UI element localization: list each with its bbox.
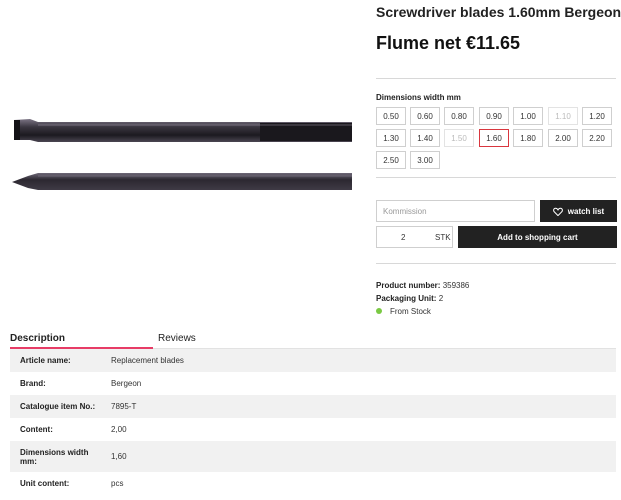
dimensions-label: Dimensions width mm [376,93,461,102]
dimension-option[interactable]: 1.00 [513,107,543,125]
spec-row: Article name: Replacement blades [10,349,616,372]
dimension-option[interactable]: 0.60 [410,107,440,125]
dimension-option[interactable]: 0.80 [444,107,474,125]
spec-value: Bergeon [111,379,142,388]
spec-value: 2,00 [111,425,127,434]
dimension-option[interactable]: 0.50 [376,107,406,125]
kommission-input[interactable] [376,200,535,222]
watch-list-button[interactable]: watch list [540,200,617,222]
spec-value: Replacement blades [101,349,616,372]
dimension-option[interactable]: 1.30 [376,129,406,147]
dimension-option[interactable]: 1.20 [582,107,612,125]
divider [376,177,616,178]
packaging-unit-label: Packaging Unit: [376,294,437,303]
spec-row: Dimensions width mm: 1,60 [10,441,616,472]
spec-row: Catalogue item No.: 7895-T [10,395,616,418]
quantity-value: 2 [401,233,406,242]
blade-side-view [14,119,352,142]
spec-value: 1,60 [101,441,616,472]
divider [376,263,616,264]
spec-value: pcs [111,479,124,488]
blade-top-view [12,173,352,190]
product-title: Screwdriver blades 1.60mm Bergeon [376,4,621,20]
watch-list-label: watch list [567,206,605,216]
quantity-field[interactable]: 2 STK [376,226,453,248]
spec-row: Brand: Bergeon [10,372,616,395]
dimension-option[interactable]: 1.50 [444,129,474,147]
dimension-option[interactable]: 1.40 [410,129,440,147]
product-number-label: Product number: [376,281,441,290]
spec-key: Brand: [20,379,46,388]
tab-reviews[interactable]: Reviews [158,333,196,344]
dimension-option[interactable]: 1.60 [479,129,509,147]
divider [376,78,616,79]
quantity-unit: STK [435,233,451,242]
spec-key: Article name: [10,349,101,372]
tab-description[interactable]: Description [10,333,65,344]
product-number-row: Product number: 359386 [376,281,469,290]
spec-key: Catalogue item No.: [10,395,101,418]
heart-icon [552,207,563,216]
spec-key: Content: [20,425,53,434]
spec-key: Unit content: [20,479,70,488]
dimension-option[interactable]: 0.90 [479,107,509,125]
specification-table: Article name: Replacement blades Brand: Ber… [10,349,616,495]
packaging-unit-row: Packaging Unit: 2 [376,294,443,303]
product-number-value: 359386 [442,281,470,290]
product-image [8,110,358,220]
stock-status-dot [376,308,382,314]
packaging-unit-value: 2 [438,294,444,303]
dimension-option[interactable]: 3.00 [410,151,440,169]
spec-row: Content: 2,00 [10,418,616,441]
product-price: Flume net €11.65 [376,33,521,53]
dimension-option[interactable]: 1.80 [513,129,543,147]
spec-key: Dimensions width mm: [10,441,101,472]
spec-value: 7895-T [101,395,616,418]
dimension-option[interactable]: 2.50 [376,151,406,169]
dimension-option[interactable]: 2.00 [548,129,578,147]
spec-row: Unit content: pcs [10,472,616,495]
dimension-option[interactable]: 1.10 [548,107,578,125]
dimension-option[interactable]: 2.20 [582,129,612,147]
stock-status: From Stock [390,307,431,316]
add-to-cart-button[interactable]: Add to shopping cart [458,226,617,248]
